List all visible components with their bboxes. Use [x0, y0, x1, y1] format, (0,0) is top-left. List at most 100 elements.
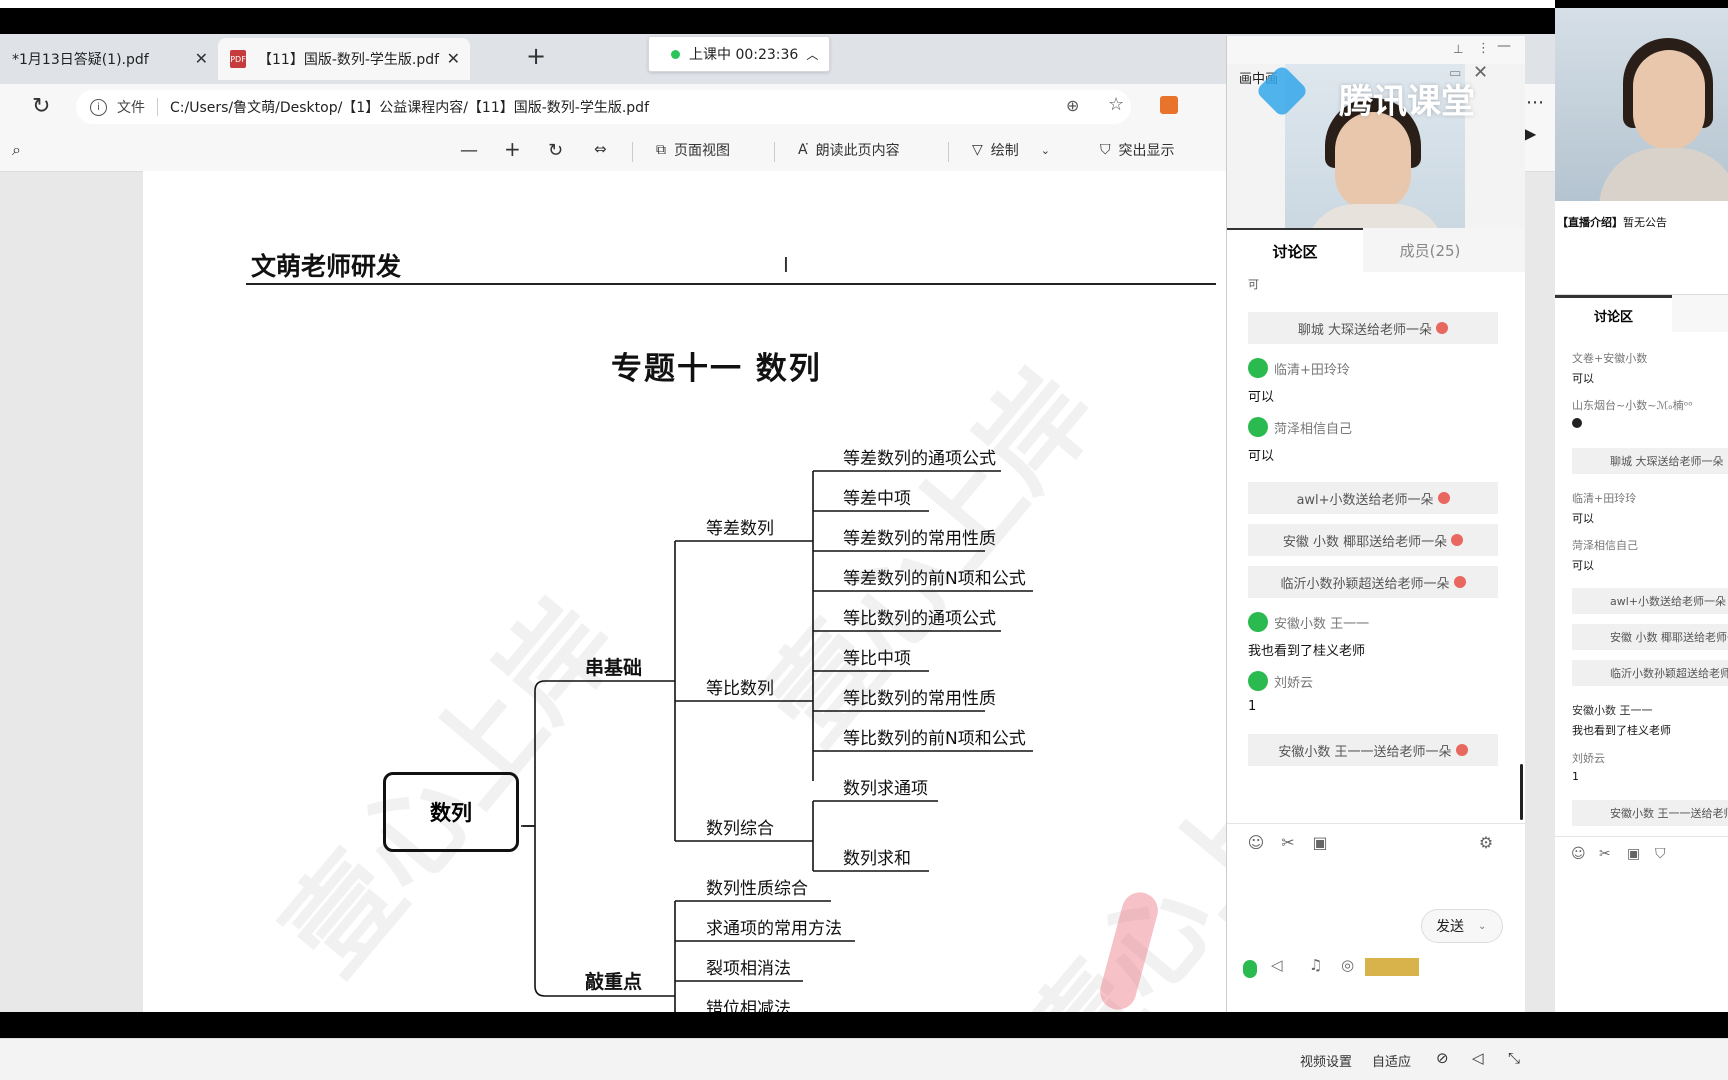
rotate-icon[interactable]: ↻ [548, 140, 563, 161]
sender-name: 临清+田玲玲 [1274, 362, 1350, 378]
tab-members[interactable]: 成员(25) [1363, 228, 1497, 272]
chat-sender: 菏泽相信自己 [1248, 417, 1352, 437]
chat-scrollbar[interactable] [1520, 764, 1523, 820]
chat-sender: 安徽小数 王一一 [1248, 612, 1369, 632]
chat-message: 1 [1248, 699, 1257, 714]
microphone-icon[interactable] [1243, 960, 1257, 978]
mindmap-leaf: 等差中项 [843, 489, 911, 509]
gift-notice: awl+小数送给老师一朵 [1248, 482, 1498, 514]
speaker-icon[interactable]: ◁ [1472, 1049, 1484, 1067]
chevron-down-icon[interactable]: ⌄ [1478, 921, 1486, 932]
mindmap-node-arith: 等差数列 [706, 519, 774, 539]
bottom-black-bar [0, 1012, 1555, 1038]
extension-icon[interactable] [1160, 96, 1178, 114]
mindmap-leaf: 等比中项 [843, 649, 911, 669]
pdf-icon: PDF [230, 50, 246, 68]
image-icon[interactable]: ▣ [1311, 834, 1329, 852]
top-white-strip [0, 0, 1555, 8]
info-icon[interactable]: i [90, 98, 107, 116]
read-aloud-label: 朗读此页内容 [815, 143, 900, 159]
chat-sender: 刘娇云 [1248, 671, 1313, 691]
mindmap-lines [521, 470, 1033, 1012]
favorite-icon[interactable]: ☆ [1108, 94, 1124, 115]
refresh-icon[interactable]: ↻ [32, 94, 50, 119]
pip-video[interactable]: 画中画 腾讯课堂 ▭ ✕ [1227, 62, 1525, 250]
sender-name: 刘娇云 [1274, 675, 1314, 691]
search-icon[interactable]: ⌕ [12, 140, 21, 160]
no-danmaku-icon[interactable]: ⊘ [1436, 1049, 1449, 1067]
mindmap-leaf: 等差数列的常用性质 [843, 529, 996, 549]
tab-label: 【11】国版-数列-学生版.pdf [258, 52, 440, 68]
send-button[interactable]: 发送 ⌄ [1421, 909, 1503, 943]
gift-text: 聊城 大琛送给老师一朵 [1297, 322, 1433, 338]
class-timer[interactable]: 上课中 00:23:36 ︿ [648, 36, 830, 72]
image-icon[interactable]: ▣ [1627, 846, 1640, 862]
video-figure [1599, 148, 1728, 201]
flower-icon [1437, 492, 1450, 504]
close-icon[interactable]: ✕ [1473, 62, 1488, 83]
tab-discussion[interactable]: 讨论区 [1555, 295, 1672, 333]
gift-notice: 安徽小数 王一一送给老师一朵 [1572, 800, 1728, 826]
chevron-down-icon[interactable]: ⌄ [1041, 144, 1050, 157]
scissors-icon[interactable]: ✂ [1279, 834, 1297, 852]
zoom-in-icon[interactable]: + [504, 137, 521, 161]
status-bar: 视频设置 自适应 ⊘ ◁ ⤡ [0, 1038, 1728, 1080]
mindmap-leaf: 求通项的常用方法 [706, 919, 842, 939]
gift-notice: 安徽 小数 椰耶送给老师一朵 [1248, 524, 1498, 556]
chat-sender: 菏泽相信自己 [1572, 539, 1638, 552]
emoji-icon[interactable]: ☺ [1247, 834, 1265, 852]
chat-message: 1 [1572, 770, 1579, 783]
announcement-text: 暂无公告 [1623, 216, 1667, 229]
page-view-button[interactable]: ⧉ 页面视图 [656, 140, 730, 160]
minimize-icon[interactable]: — [1497, 38, 1511, 54]
zoom-out-icon[interactable]: — [460, 140, 478, 161]
separator [157, 98, 158, 116]
close-icon[interactable]: ✕ [447, 49, 460, 68]
chat-message: 我也看到了桂义老师 [1572, 724, 1671, 737]
panel-toggle-icon[interactable]: ▶ [1524, 124, 1536, 143]
zoom-icon[interactable]: ⊕ [1066, 96, 1079, 115]
draw-label: 绘制 [990, 143, 1019, 159]
record-icon[interactable]: ◎ [1341, 956, 1354, 974]
chat-message: 可以 [1572, 559, 1594, 572]
read-aloud-button[interactable]: A͘ 朗读此页内容 [798, 140, 900, 160]
address-bar[interactable]: i 文件 C:/Users/鲁文萌/Desktop/【1】公益课程内容/【11】… [76, 90, 1131, 124]
address-url[interactable]: C:/Users/鲁文萌/Desktop/【1】公益课程内容/【11】国版-数列… [170, 97, 649, 117]
partial-message: 可 [1248, 278, 1259, 291]
tab-discussion[interactable]: 讨论区 [1227, 228, 1363, 272]
fit-button[interactable]: 自适应 [1372, 1051, 1411, 1070]
new-tab-icon[interactable]: + [526, 42, 546, 70]
pin-icon[interactable]: ⊥ [1453, 42, 1463, 56]
mindmap-leaf: 数列求和 [843, 849, 911, 869]
settings-icon[interactable]: ⚙ [1477, 834, 1495, 852]
fit-icon[interactable]: ⇔ [594, 140, 607, 158]
more-icon[interactable]: ⋯ [1526, 92, 1544, 113]
more-icon[interactable]: ⋮ [1477, 41, 1490, 56]
tab-sequence-pdf[interactable]: PDF 【11】国版-数列-学生版.pdf ✕ [218, 38, 470, 80]
mindmap-leaf: 数列求通项 [843, 779, 928, 799]
chevron-up-icon[interactable]: ︿ [806, 46, 818, 63]
announcement-label: 【直播介绍】 [1557, 216, 1623, 229]
chat-message: 可以 [1572, 372, 1594, 385]
teacher-camera [1555, 8, 1728, 201]
gift-text: awl+小数送给老师一朵 [1296, 492, 1434, 508]
shield-icon[interactable]: ⛉ [1655, 846, 1666, 862]
draw-button[interactable]: ▽ 绘制 ⌄ [972, 140, 1050, 160]
speaker-icon[interactable]: ◁ [1271, 956, 1283, 974]
chat-message: 可以 [1248, 449, 1275, 464]
mindmap-leaf: 等比数列的常用性质 [843, 689, 996, 709]
mindmap-leaf: 数列性质综合 [706, 879, 808, 899]
chat-message: 可以 [1572, 512, 1594, 525]
highlight-button[interactable]: ⛉ 突出显示 [1100, 140, 1175, 160]
restore-icon[interactable]: ▭ [1449, 66, 1461, 81]
scissors-icon[interactable]: ✂ [1599, 846, 1611, 862]
video-settings-button[interactable]: 视频设置 [1300, 1051, 1352, 1070]
close-icon[interactable]: ✕ [195, 49, 208, 68]
emoji-icon[interactable]: ☺ [1571, 846, 1586, 862]
music-icon[interactable]: ♫ [1309, 956, 1322, 974]
picture-in-picture-panel: ⊥ ⋮ — 画中画 腾讯课堂 ▭ ✕ 讨论区 成员(25) 可 聊城 大琛送给老… [1226, 36, 1525, 1014]
gift-text: 安徽小数 王一一送给老师一朵 [1278, 744, 1452, 760]
exit-fullscreen-icon[interactable]: ⤡ [1508, 1049, 1520, 1067]
tab-qa-pdf[interactable]: *1月13日答疑(1).pdf ✕ [0, 38, 218, 80]
read-aloud-icon: A͘ [798, 142, 808, 158]
